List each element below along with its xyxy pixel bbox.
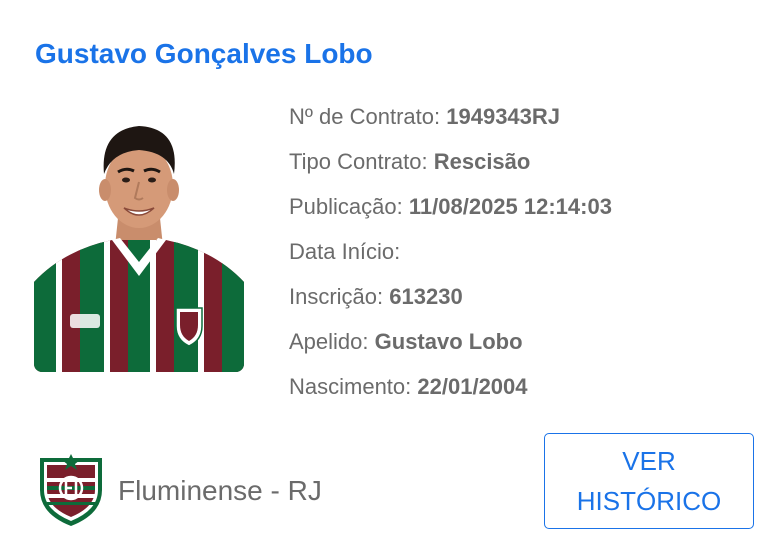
contract-type-value: Rescisão [433,149,531,174]
view-history-line1: VER [622,446,676,476]
publication-row: Publicação: 11/08/2025 12:14:03 [289,190,759,235]
player-name: Gustavo Gonçalves Lobo [35,38,373,69]
club-name: Fluminense - RJ [118,475,322,506]
contract-number-value: 1949343RJ [446,104,561,129]
club-info: Fluminense - RJ [38,454,322,528]
birth-date-value: 22/01/2004 [417,374,528,399]
view-history-line2: HISTÓRICO [576,486,722,516]
publication-value: 11/08/2025 12:14:03 [408,194,612,219]
contract-type-row: Tipo Contrato: Rescisão [289,145,759,190]
contract-number-label: Nº de Contrato: [289,104,441,129]
nickname-label: Apelido: [289,329,369,354]
registration-label: Inscrição: [289,284,384,309]
contract-number-row: Nº de Contrato: 1949343RJ [289,100,759,145]
fluminense-crest-icon [40,454,102,526]
contract-card: Gustavo Gonçalves Lobo Nº de Contrato: 1… [0,0,776,554]
view-history-button[interactable]: VER HISTÓRICO [544,433,754,529]
registration-value: 613230 [389,284,463,309]
publication-label: Publicação: [289,194,403,219]
start-date-label: Data Início: [289,239,401,264]
nickname-value: Gustavo Lobo [374,329,523,354]
start-date-row: Data Início: [289,235,759,280]
registration-row: Inscrição: 613230 [289,280,759,325]
player-photo [34,100,244,372]
birth-date-label: Nascimento: [289,374,412,399]
contract-type-label: Tipo Contrato: [289,149,428,174]
birth-date-row: Nascimento: 22/01/2004 [289,370,759,415]
nickname-row: Apelido: Gustavo Lobo [289,325,759,370]
contract-details: Nº de Contrato: 1949343RJ Tipo Contrato:… [289,100,759,415]
